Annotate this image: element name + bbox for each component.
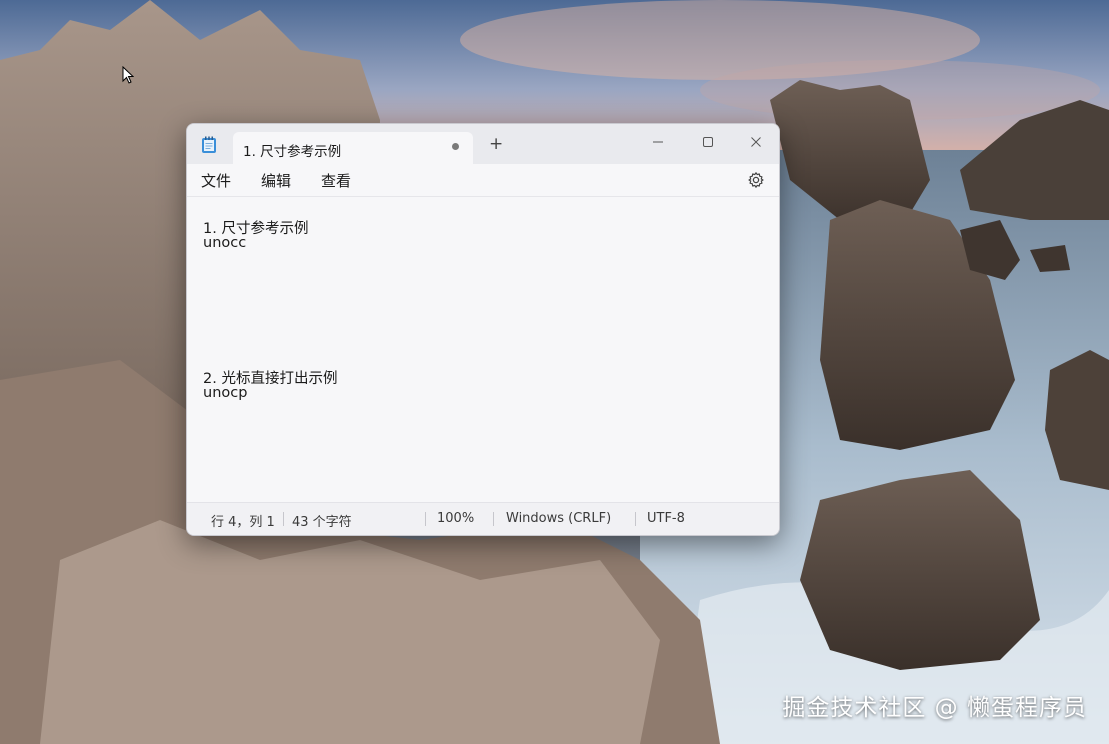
editor-line: unocc (203, 235, 247, 251)
tab-document[interactable]: 1. 尺寸参考示例 (233, 132, 473, 164)
menu-bar: 文件 编辑 查看 (187, 164, 779, 197)
status-char-count: 43 个字符 (292, 515, 352, 530)
maximize-icon (703, 137, 713, 147)
status-divider (493, 512, 494, 526)
minimize-icon (653, 141, 663, 143)
status-bar: 行 4，列 1 43 个字符 100% Windows (CRLF) UTF-8 (187, 502, 779, 535)
status-line-ending[interactable]: Windows (CRLF) (506, 511, 611, 526)
watermark-text: 掘金技术社区 @ 懒蛋程序员 (782, 695, 1087, 721)
title-bar[interactable]: 1. 尺寸参考示例 + (187, 124, 779, 164)
new-tab-button[interactable]: + (489, 136, 503, 153)
status-divider (283, 512, 284, 526)
menu-edit[interactable]: 编辑 (261, 170, 291, 191)
notepad-icon (202, 136, 216, 153)
status-encoding[interactable]: UTF-8 (647, 511, 685, 526)
menu-file[interactable]: 文件 (201, 170, 231, 191)
desktop: 1. 尺寸参考示例 + 文件 编辑 查看 1. 尺寸参考示例 unocc 2. … (0, 0, 1109, 744)
notepad-window: 1. 尺寸参考示例 + 文件 编辑 查看 1. 尺寸参考示例 unocc 2. … (186, 123, 780, 536)
status-divider (425, 512, 426, 526)
status-divider (635, 512, 636, 526)
tab-title: 1. 尺寸参考示例 (243, 144, 342, 160)
editor-line: unocp (203, 385, 248, 401)
status-zoom[interactable]: 100% (437, 511, 474, 526)
gear-icon[interactable] (747, 171, 765, 189)
mouse-cursor-icon (122, 66, 134, 84)
status-cursor-position: 行 4，列 1 (211, 515, 275, 530)
close-button[interactable] (733, 128, 779, 156)
maximize-button[interactable] (685, 128, 731, 156)
close-icon (751, 137, 761, 147)
unsaved-dot-icon[interactable] (452, 143, 459, 150)
menu-view[interactable]: 查看 (321, 170, 351, 191)
text-editor[interactable]: 1. 尺寸参考示例 unocc 2. 光标直接打出示例 unocp (187, 197, 779, 502)
minimize-button[interactable] (635, 128, 681, 156)
